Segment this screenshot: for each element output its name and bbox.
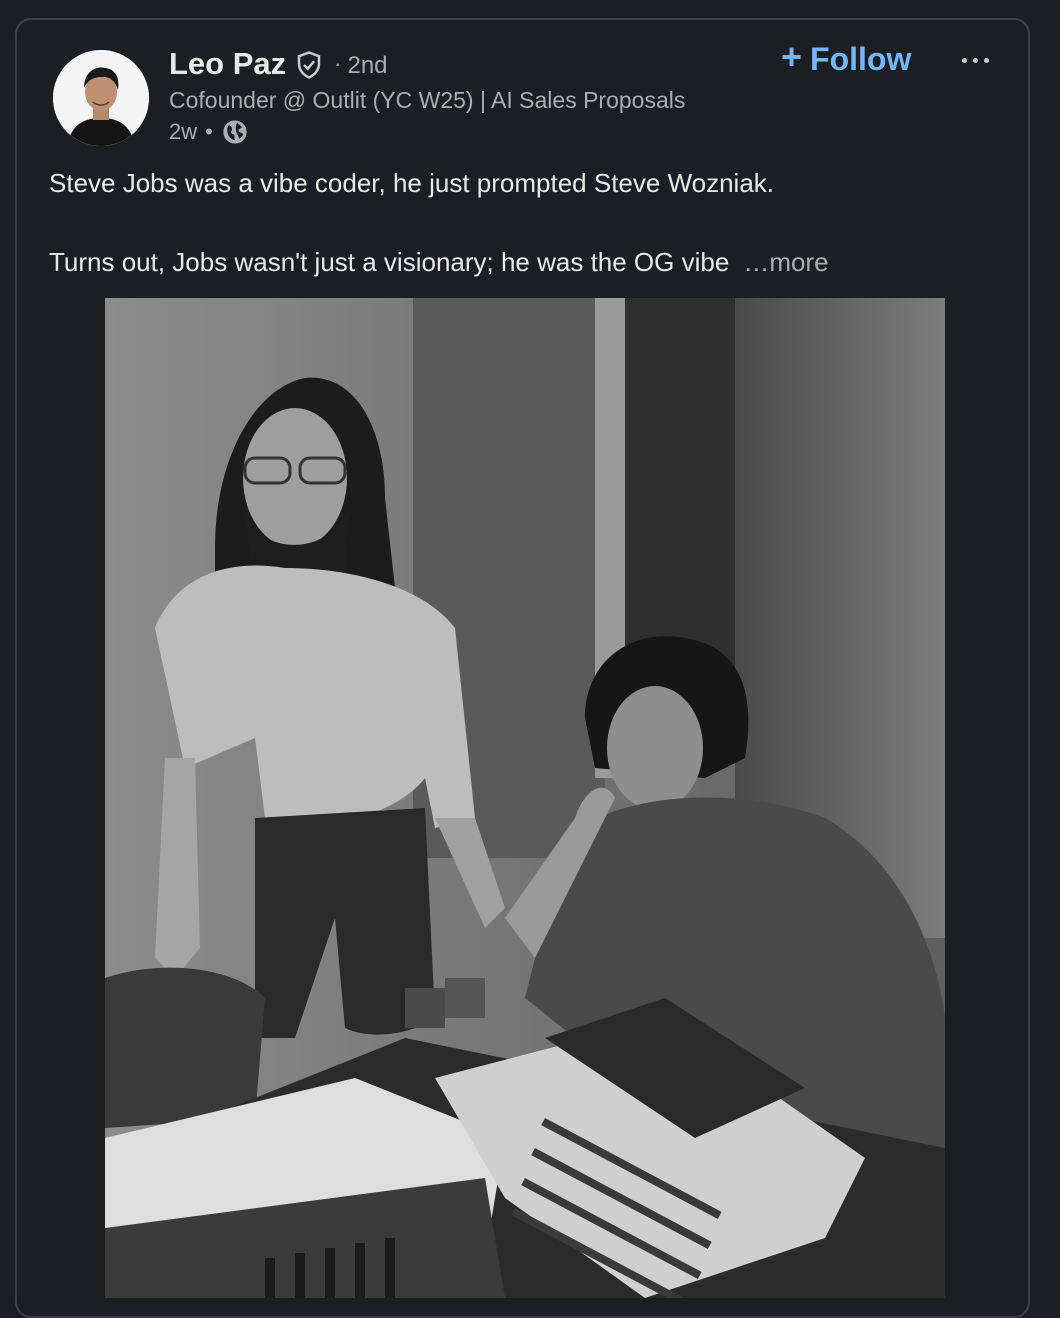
feed-post-card: Leo Paz · 2nd Cofounder @ Outlit (YC W25… [15,18,1030,1318]
follow-button[interactable]: + Follow [781,36,912,78]
post-text-line-2: Turns out, Jobs wasn't just a visionary;… [49,247,829,278]
globe-icon [223,120,247,144]
author-headline: Cofounder @ Outlit (YC W25) | AI Sales P… [169,87,686,113]
post-text-line-1: Steve Jobs was a vibe coder, he just pro… [49,168,775,198]
post-photo [105,298,945,1298]
see-more-link[interactable]: …more [743,247,828,277]
avatar-photo [53,50,149,146]
verified-shield-icon [297,51,321,79]
follow-label: Follow [810,40,912,77]
author-name[interactable]: Leo Paz [169,46,286,82]
post-meta: 2w • [169,118,249,146]
plus-icon: + [781,36,803,77]
ellipsis-icon[interactable] [955,44,995,76]
author-name-row: Leo Paz · 2nd [169,46,388,82]
post-text-line-2-content: Turns out, Jobs wasn't just a visionary;… [49,247,730,277]
degree-separator: · [334,51,342,76]
post-time: 2w [169,119,198,144]
connection-degree: 2nd [347,52,388,79]
meta-separator: • [205,119,213,144]
post-image[interactable] [105,298,945,1298]
author-avatar[interactable] [53,50,149,146]
